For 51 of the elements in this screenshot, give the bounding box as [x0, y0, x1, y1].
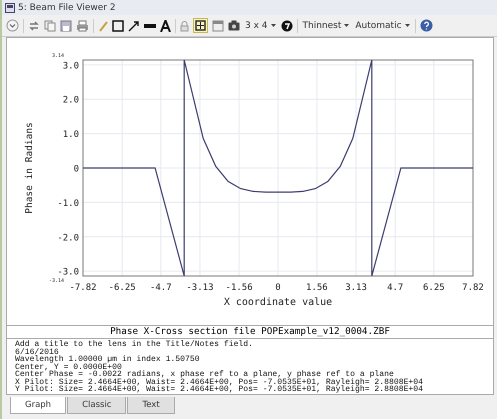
scale-dropdown[interactable]: Automatic — [354, 20, 411, 30]
window-icon — [5, 2, 15, 12]
x-tick-label: 4.7 — [387, 283, 404, 293]
caret-icon — [270, 24, 276, 27]
info-line: Y Pilot: Size= 2.4664E+00, Waist= 2.4664E+00, Pos= -7.0535E+01, Rayleigh= 2.8808E+04 — [15, 386, 424, 394]
info-line: X Pilot: Size= 2.4664E+00, Waist= 2.4664E+00, Pos= -7.0535E+01, Rayleigh= 2.8808E+04 — [15, 378, 424, 386]
y-tick-label: 0 — [74, 164, 79, 174]
y-tick-label: 3.0 — [62, 61, 79, 72]
window-icon[interactable] — [212, 20, 224, 32]
fit-icon[interactable] — [193, 18, 208, 33]
x-tick-label: -6.25 — [108, 283, 136, 293]
view-tab[interactable]: Classic — [67, 397, 126, 414]
dropdown-icon[interactable] — [6, 19, 19, 32]
text-tool-icon[interactable] — [160, 20, 171, 32]
x-tick-label: -1.56 — [226, 283, 253, 293]
y-axis-title: Phase in Radians — [24, 122, 35, 214]
y-tick-label: -2.0 — [57, 233, 79, 244]
info-line: Add a title to the lens in the Title/Notes field. — [15, 341, 254, 348]
view-tab[interactable]: Text — [127, 397, 175, 414]
x-tick-label: 3.13 — [345, 283, 367, 293]
info-line: Center, Y = 0.0000E+00 — [15, 364, 123, 371]
y-tick-label: 1.0 — [62, 130, 79, 140]
line-width-dropdown[interactable]: Thinnest — [302, 20, 350, 30]
x-tick-label: -4.7 — [150, 283, 172, 293]
x-tick-label: 7.82 — [462, 283, 484, 293]
y-tick-label: 2.0 — [62, 96, 79, 106]
x-axis-title: X coordinate value — [224, 297, 332, 308]
x-tick-label: -7.82 — [69, 283, 97, 293]
view-tab[interactable]: Graph — [10, 397, 66, 414]
arrow-icon[interactable] — [128, 20, 140, 32]
caret-icon — [344, 24, 350, 27]
print-icon[interactable] — [76, 20, 89, 32]
camera-icon[interactable] — [228, 20, 240, 31]
save-icon[interactable] — [60, 20, 72, 32]
layout-dropdown[interactable]: 3 x 4 — [244, 20, 276, 30]
y-tick-label: -1.0 — [57, 198, 79, 209]
plot-caption: Phase X-Cross section file POPExample_v12_0004.ZBF — [6, 326, 494, 339]
copy-icon[interactable] — [44, 20, 56, 32]
x-tick-label: 6.25 — [423, 283, 445, 293]
help-icon[interactable] — [420, 19, 433, 32]
refresh-icon[interactable] — [28, 20, 40, 32]
info-line: Wavelength 1.00000 µm in index 1.50750 — [15, 356, 201, 364]
y-tick-label: -3.0 — [57, 268, 79, 278]
x-tick-label: -3.13 — [186, 283, 214, 293]
rectangle-icon[interactable] — [112, 20, 124, 32]
x-tick-label: 1.56 — [306, 283, 328, 293]
info-line: Center Phase = -0.0022 radians, x phase ref to a plane, y phase ref to a plane — [15, 371, 394, 378]
window-title: 5: Beam File Viewer 2 — [18, 2, 116, 12]
info-line: 6/16/2016 — [15, 348, 59, 356]
caret-icon — [404, 24, 410, 27]
x-tick-label: 0 — [275, 283, 281, 293]
